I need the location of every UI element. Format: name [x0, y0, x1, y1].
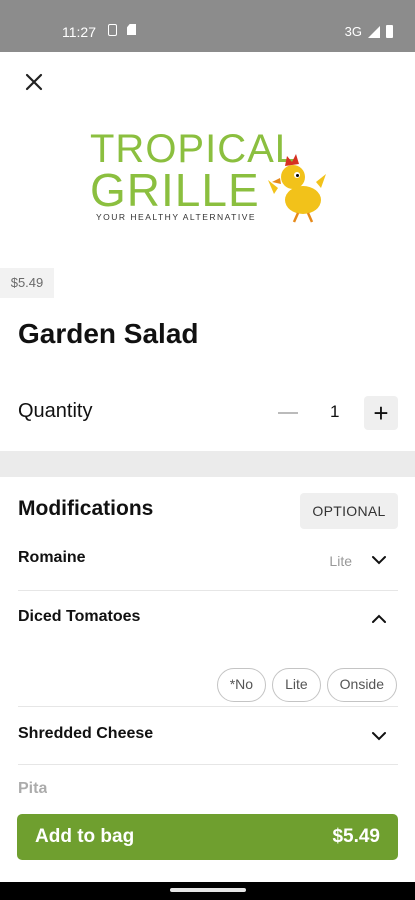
quantity-increase-button[interactable]: +	[364, 396, 398, 430]
modifier-row-partial[interactable]: Pita	[18, 780, 47, 794]
option-onside[interactable]: Onside	[326, 668, 397, 702]
modifier-selected: Lite	[329, 553, 352, 569]
optional-badge: OPTIONAL	[300, 493, 398, 529]
modifier-row-shredded-cheese[interactable]: Shredded Cheese	[18, 724, 398, 748]
chevron-up-icon	[372, 614, 386, 623]
price-badge: $5.49	[0, 268, 54, 298]
signal-icon	[368, 25, 380, 38]
modifier-name: Romaine	[18, 549, 86, 566]
status-left-icons	[108, 24, 136, 36]
row-separator	[18, 706, 398, 707]
row-separator	[18, 764, 398, 765]
modifier-name: Shredded Cheese	[18, 725, 154, 742]
home-gesture-handle[interactable]	[170, 888, 246, 892]
item-title: Garden Salad	[18, 318, 199, 349]
add-to-bag-label: Add to bag	[35, 826, 135, 847]
modifier-row-romaine[interactable]: Romaine Lite	[18, 548, 398, 572]
sim-icon	[108, 24, 117, 36]
option-lite[interactable]: Lite	[272, 668, 321, 702]
status-bar: 11:27 3G	[0, 0, 415, 52]
add-to-bag-amount: $5.49	[332, 826, 380, 847]
chevron-down-icon	[372, 556, 386, 565]
quantity-value: 1	[330, 402, 340, 421]
quantity-decrease-button[interactable]	[278, 412, 298, 414]
modifications-title: Modifications	[18, 497, 154, 520]
logo-tagline: YOUR HEALTHY ALTERNATIVE	[96, 212, 256, 222]
quantity-label: Quantity	[18, 400, 93, 422]
network-type: 3G	[344, 24, 362, 39]
sd-card-icon	[127, 24, 136, 35]
restaurant-logo: TROPICAL GRILLE YOUR HEALTHY ALTERNATIVE	[88, 122, 328, 232]
modifier-options: *No Lite Onside	[216, 668, 397, 702]
add-to-bag-button[interactable]: Add to bag $5.49	[17, 814, 398, 860]
logo-line2: GRILLE	[90, 164, 260, 216]
row-separator	[18, 590, 398, 591]
modifier-name: Diced Tomatoes	[18, 608, 141, 625]
status-time: 11:27	[62, 24, 96, 40]
chevron-down-icon	[372, 732, 386, 741]
option-no[interactable]: *No	[216, 668, 267, 702]
section-divider	[0, 451, 415, 477]
status-right: 3G	[345, 24, 393, 39]
modifier-row-diced-tomatoes[interactable]: Diced Tomatoes	[18, 607, 398, 631]
close-button[interactable]	[22, 70, 46, 94]
battery-icon	[386, 25, 393, 38]
close-icon	[25, 73, 43, 91]
